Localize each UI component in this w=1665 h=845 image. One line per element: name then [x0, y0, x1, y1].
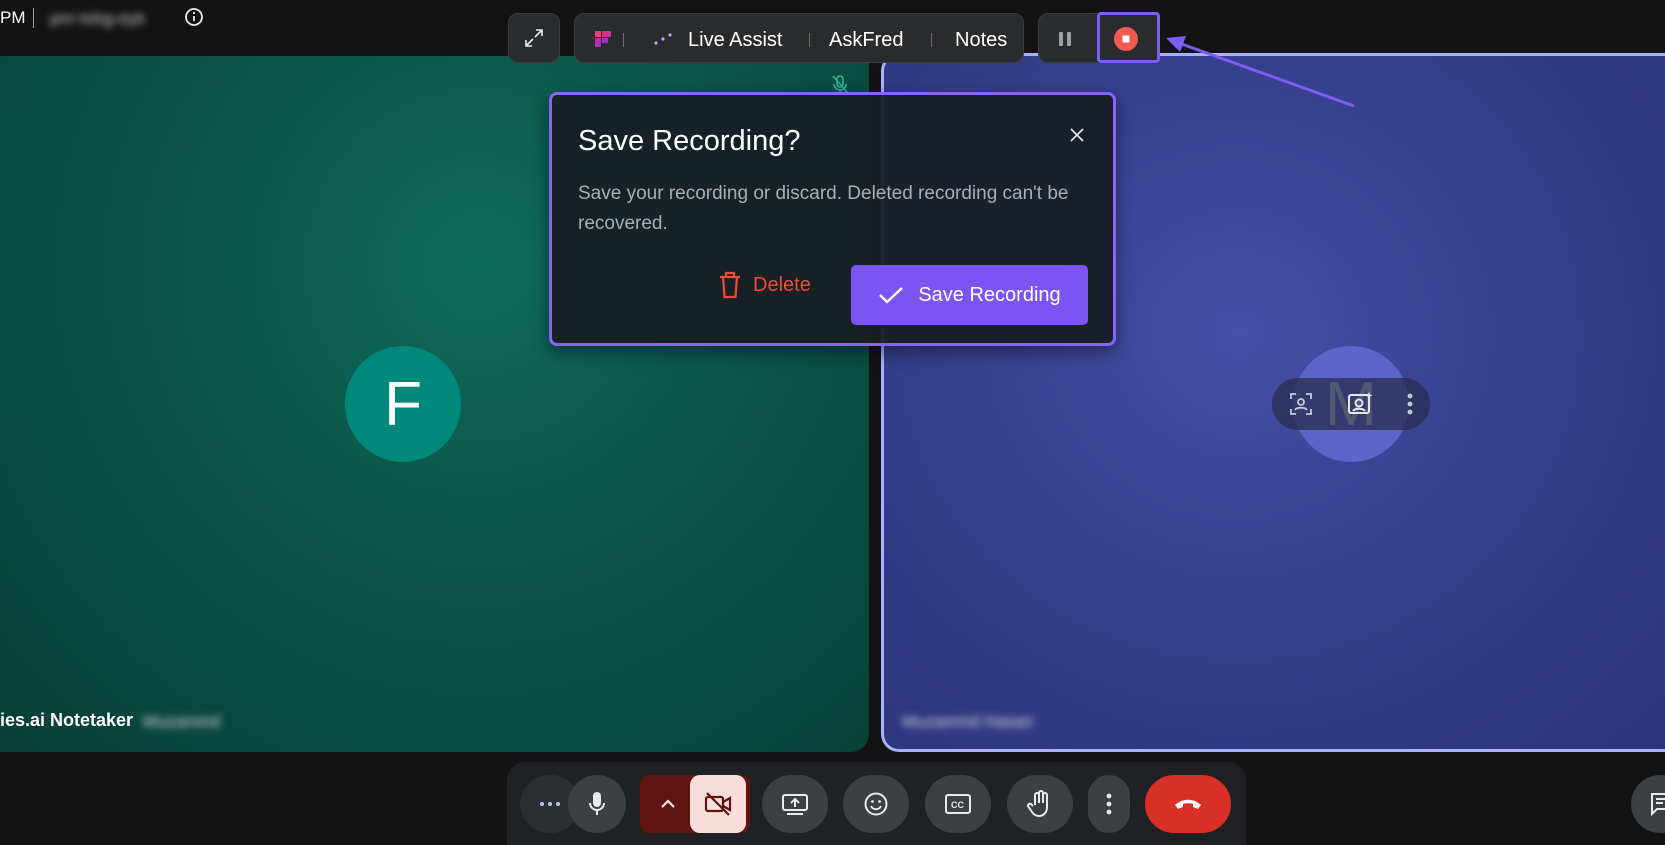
microphone-icon [589, 792, 605, 815]
meeting-code: pnr-tohg-eyk [50, 9, 146, 28]
notes-button[interactable]: Notes [955, 29, 1007, 52]
fullscreen-button[interactable] [508, 13, 560, 63]
participant-name-blurred: Muzammil [143, 712, 221, 731]
annotation-arrow [1166, 36, 1355, 108]
microphone-button[interactable] [568, 775, 626, 833]
live-assist-icon [654, 33, 672, 45]
header-divider [33, 8, 34, 28]
present-icon [782, 794, 808, 815]
tile-hover-controls [1272, 378, 1430, 430]
pause-icon[interactable] [1057, 30, 1073, 48]
info-icon[interactable] [184, 7, 204, 27]
more-options-button[interactable] [1088, 775, 1130, 833]
expand-icon [525, 29, 543, 47]
live-assist-button[interactable]: Live Assist [688, 29, 782, 52]
assistant-toolbar: Live Assist AskFred Notes [574, 13, 1024, 63]
toolbar-divider [931, 33, 932, 47]
emoji-icon [864, 792, 888, 816]
save-recording-button[interactable]: Save Recording [851, 265, 1088, 325]
chevron-up-icon[interactable] [660, 799, 676, 809]
visual-effects-icon[interactable] [1345, 389, 1375, 419]
dots-horizontal-icon [540, 802, 560, 806]
reactions-button[interactable] [843, 775, 909, 833]
toolbar-divider [623, 33, 624, 47]
close-icon[interactable] [1067, 125, 1087, 145]
camera-toggle-button[interactable] [690, 775, 746, 833]
more-options-icon[interactable] [1405, 391, 1415, 417]
meeting-time: PM [0, 8, 26, 27]
toolbar-divider [809, 33, 810, 47]
camera-off-icon [704, 792, 732, 816]
trash-icon [720, 271, 740, 299]
present-screen-button[interactable] [762, 775, 828, 833]
participant-name-blurred: Muzammil Hasan [902, 712, 1034, 731]
check-icon [879, 287, 904, 304]
save-label: Save Recording [918, 283, 1061, 306]
chat-icon [1651, 793, 1665, 817]
closed-captions-icon: CC [945, 794, 971, 814]
askfred-button[interactable]: AskFred [829, 29, 903, 52]
more-vertical-icon [1106, 793, 1112, 815]
save-recording-dialog: Save Recording? Save your recording or d… [549, 92, 1116, 346]
participant-name: ies.ai Notetaker [0, 710, 134, 730]
dialog-message: Save your recording or discard. Deleted … [578, 183, 1069, 234]
chat-button[interactable] [1631, 775, 1665, 833]
svg-text:CC: CC [951, 800, 964, 810]
dialog-title: Save Recording? [578, 125, 801, 157]
delete-button[interactable]: Delete [717, 265, 827, 305]
captions-button[interactable]: CC [925, 775, 991, 833]
raise-hand-button[interactable] [1007, 775, 1073, 833]
frame-person-icon[interactable] [1287, 390, 1315, 418]
avatar: F [345, 346, 461, 462]
stop-recording-highlight [1097, 12, 1160, 63]
raise-hand-icon [1027, 790, 1048, 818]
end-call-icon [1175, 799, 1201, 809]
delete-label: Delete [753, 273, 811, 296]
fireflies-logo-icon [595, 31, 611, 47]
leave-call-button[interactable] [1145, 775, 1231, 833]
